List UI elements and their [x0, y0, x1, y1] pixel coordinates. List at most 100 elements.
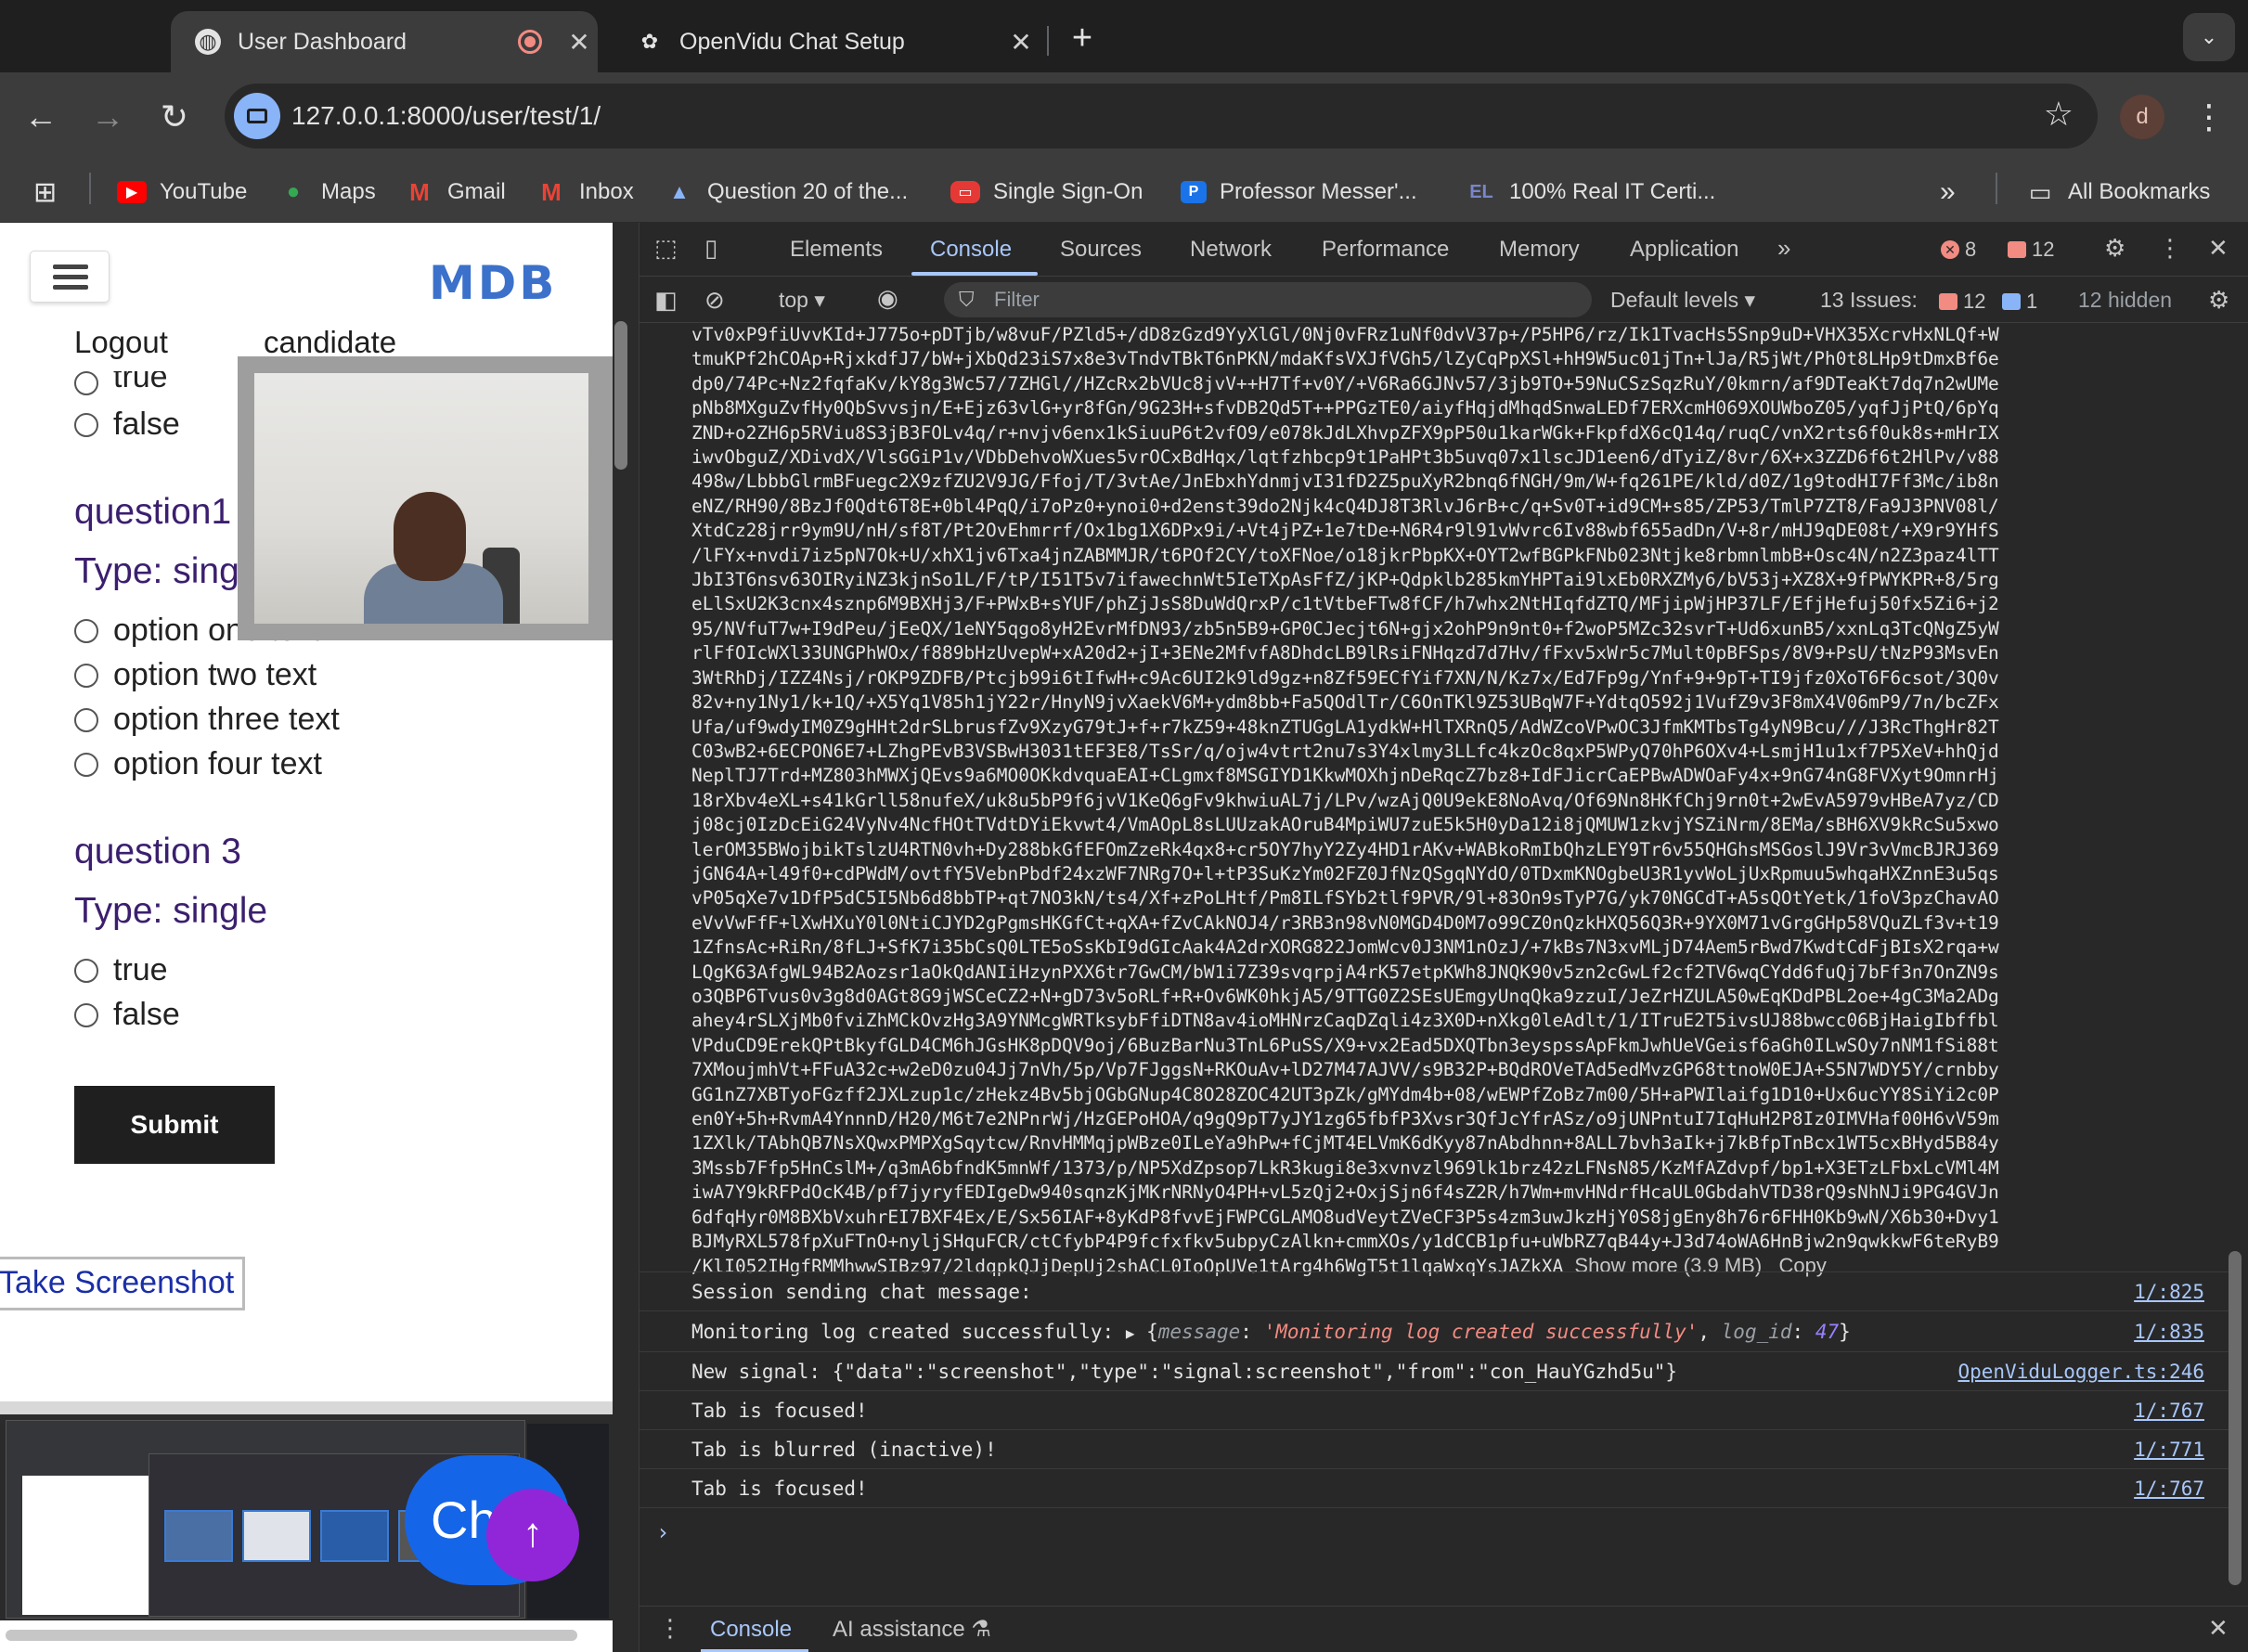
device-toolbar-icon[interactable]: ▯ [704, 234, 717, 263]
clear-console-icon[interactable]: ⊘ [704, 286, 725, 315]
option-row[interactable]: option three text [74, 702, 340, 738]
base64-line: j08cj0IzDcEiG24VyNv4NcfHOtTVdtDYiEkvwt4/… [691, 814, 1999, 836]
issues-label[interactable]: 13 Issues: [1820, 277, 1918, 323]
tab-elements[interactable]: Elements [790, 223, 883, 277]
close-drawer-icon[interactable]: ✕ [2208, 1614, 2229, 1643]
radio-button[interactable] [74, 371, 98, 395]
back-button[interactable]: ← [17, 93, 65, 141]
globe-icon: ◍ [195, 29, 221, 55]
console-prompt-row[interactable]: › [640, 1507, 2232, 1563]
option-false[interactable]: false [74, 407, 180, 443]
horizontal-scrollbar[interactable] [6, 1630, 577, 1641]
tab-user-dashboard[interactable]: ◍ User Dashboard ✕ [171, 11, 598, 72]
base64-line: pNb8MXguZvfHy0QbSvvsjn/E+Ejz63vlG+yr8fGn… [691, 397, 1999, 419]
log-source-link[interactable]: 1/:771 [2134, 1430, 2204, 1469]
warning-count-badge[interactable]: 12 [2008, 238, 2054, 262]
log-source-link[interactable]: 1/:767 [2134, 1391, 2204, 1430]
tab-performance[interactable]: Performance [1322, 223, 1449, 277]
tab-network[interactable]: Network [1190, 223, 1272, 277]
bookmark-single-sign-on[interactable]: ▭ Single Sign-On [950, 161, 1143, 223]
tab-close-button[interactable]: ✕ [1002, 27, 1040, 58]
tab-sources[interactable]: Sources [1060, 223, 1142, 277]
radio-button[interactable] [74, 663, 98, 688]
option-row[interactable]: true [74, 952, 168, 988]
inspect-element-icon[interactable]: ⬚ [654, 234, 678, 263]
radio-button[interactable] [74, 618, 98, 643]
page-vertical-scrollbar[interactable] [614, 321, 627, 470]
log-source-link[interactable]: 1/:825 [2134, 1272, 2204, 1311]
submit-button[interactable]: Submit [74, 1086, 275, 1164]
take-screenshot-button[interactable]: Take Screenshot [0, 1257, 245, 1310]
bookmark-question-20[interactable]: ▲ Question 20 of the... [665, 161, 908, 223]
option-row[interactable]: option two text [74, 657, 317, 693]
tab-search-button[interactable]: ⌄ [2183, 13, 2235, 61]
more-tabs-icon[interactable]: » [1777, 234, 1790, 263]
issues-info-badge[interactable]: 1 [2002, 290, 2037, 314]
filter-input[interactable]: Filter [944, 282, 1592, 317]
maps-icon: ● [286, 179, 301, 204]
all-bookmarks-button[interactable]: ▭ All Bookmarks [2025, 161, 2211, 223]
bookmark-youtube[interactable]: ▶ YouTube [117, 161, 247, 223]
bookmark-real-it-cert[interactable]: EL 100% Real IT Certi... [1466, 161, 1715, 223]
log-entry: Tab is focused! 1/:767 [640, 1468, 2232, 1507]
log-source-link[interactable]: OpenViduLogger.ts:246 [1957, 1352, 2204, 1391]
radio-button[interactable] [74, 1002, 98, 1027]
browser-menu-icon[interactable]: ⋮ [2192, 93, 2226, 141]
preview-menubar [0, 1401, 613, 1414]
sidebar-toggle-icon[interactable]: ◧ [654, 286, 678, 315]
scroll-to-top-button[interactable]: ↑ [486, 1489, 579, 1581]
bookmark-maps[interactable]: ● Maps [278, 161, 376, 223]
log-source-link[interactable]: 1/:767 [2134, 1469, 2204, 1508]
gmail-icon: M [409, 177, 430, 206]
tab-console[interactable]: Console [930, 223, 1012, 277]
radio-button[interactable] [74, 752, 98, 777]
log-entry: Tab is blurred (inactive)! 1/:771 [640, 1429, 2232, 1468]
profile-avatar[interactable]: d [2120, 95, 2164, 139]
issues-warning-badge[interactable]: 12 [1939, 290, 1985, 314]
log-source-link[interactable]: 1/:835 [2134, 1311, 2204, 1352]
tab-memory[interactable]: Memory [1499, 223, 1580, 277]
flask-icon: ⚗ [971, 1617, 991, 1642]
live-expression-eye-icon[interactable]: ◉ [877, 284, 898, 313]
console-scrollbar[interactable] [2229, 1251, 2242, 1585]
video-frame [254, 373, 588, 624]
console-filter-bar: ◧ ⊘ top ▾ ◉ Filter ⛉ Default levels ▾ 13… [640, 277, 2248, 323]
log-levels-dropdown[interactable]: Default levels ▾ [1610, 277, 1755, 323]
base64-line: 498w/LbbbGlrmBFuegc2X9zfZU2V9JG/Ffoj/T/3… [691, 471, 1999, 493]
console-settings-icon[interactable]: ⚙ [2208, 286, 2229, 315]
context-selector[interactable]: top ▾ [779, 277, 825, 323]
apps-grid-icon[interactable]: ⊞ [33, 161, 57, 223]
base64-line: 3Mssb7Ffp5HnCslM+/q3mA6bfndK5mnWf/1373/p… [691, 1156, 1999, 1179]
tab-openvidu-chat-setup[interactable]: ✿ OpenVidu Chat Setup ✕ [613, 11, 1040, 72]
bookmark-professor-messer[interactable]: P Professor Messer'... [1181, 161, 1417, 223]
radio-button[interactable] [74, 707, 98, 732]
drawer-menu-icon[interactable]: ⋮ [658, 1614, 682, 1643]
drawer-tab-ai-assistance[interactable]: AI assistance ⚗ [833, 1607, 991, 1652]
bookmark-gmail[interactable]: M Gmail [405, 161, 506, 223]
expand-triangle-icon[interactable]: ▶ [1126, 1324, 1135, 1342]
reload-button[interactable]: ↻ [150, 93, 199, 141]
option-true-partial[interactable]: true [74, 371, 168, 395]
radio-button[interactable] [74, 412, 98, 437]
error-count-badge[interactable]: ✕ 8 [1941, 238, 1976, 262]
bookmark-star-icon[interactable]: ☆ [2044, 84, 2074, 148]
devtools-menu-icon[interactable]: ⋮ [2158, 234, 2182, 263]
hamburger-menu-button[interactable] [30, 251, 110, 303]
settings-gear-icon[interactable]: ⚙ [2104, 234, 2125, 263]
close-devtools-icon[interactable]: ✕ [2208, 234, 2229, 263]
logout-link[interactable]: Logout [74, 325, 168, 360]
forward-button[interactable]: → [84, 93, 132, 141]
base64-line: dp0/74Pc+Nz2fqfaKv/kY8g3Wc57/7ZHGl//HZcR… [691, 372, 1999, 394]
option-row[interactable]: false [74, 997, 180, 1033]
camera-icon[interactable] [234, 93, 280, 139]
address-bar[interactable]: 127.0.0.1:8000/user/test/1/ ☆ [225, 84, 2098, 148]
radio-button[interactable] [74, 958, 98, 983]
tab-application[interactable]: Application [1630, 223, 1738, 277]
option-row[interactable]: option four text [74, 746, 322, 782]
bookmark-inbox[interactable]: M Inbox [536, 161, 634, 223]
base64-line: 82v+ny1Ny1/k+1Q/+X5Yq1V85h1jY22r/HnyN9jv… [691, 691, 1999, 714]
bookmarks-overflow-button[interactable]: » [1940, 161, 1956, 223]
tab-close-button[interactable]: ✕ [561, 27, 598, 58]
drawer-tab-console[interactable]: Console [710, 1607, 792, 1652]
new-tab-button[interactable]: + [1064, 17, 1101, 61]
